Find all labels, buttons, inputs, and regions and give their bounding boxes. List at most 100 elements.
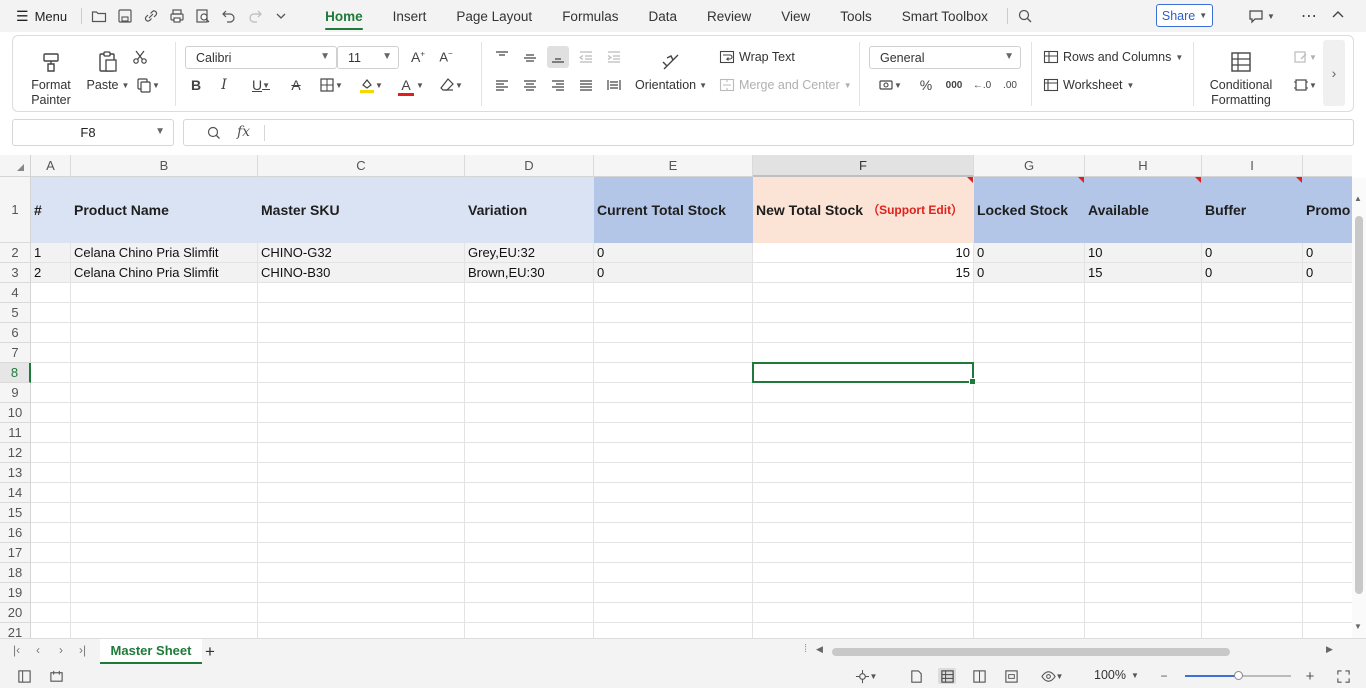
cell-e14[interactable] xyxy=(594,483,753,503)
cell-h6[interactable] xyxy=(1085,323,1202,343)
cell-d1[interactable]: Variation xyxy=(465,177,594,243)
quick-access-more-icon[interactable] xyxy=(268,3,294,29)
column-header-c[interactable]: C xyxy=(258,155,465,177)
cell-b3[interactable]: Celana Chino Pria Slimfit xyxy=(71,263,258,283)
percent-icon[interactable]: % xyxy=(915,74,937,96)
horizontal-scrollbar[interactable]: ⁞ ◀ ▶ xyxy=(804,639,1344,664)
cell-b7[interactable] xyxy=(71,343,258,363)
cell-j14[interactable] xyxy=(1303,483,1352,503)
cell-h4[interactable] xyxy=(1085,283,1202,303)
cut-icon[interactable] xyxy=(129,46,151,68)
search-icon[interactable] xyxy=(1012,3,1038,29)
cell-i11[interactable] xyxy=(1202,423,1303,443)
cell-a13[interactable] xyxy=(31,463,71,483)
cell-h5[interactable] xyxy=(1085,303,1202,323)
cell-e7[interactable] xyxy=(594,343,753,363)
distributed-align-icon[interactable] xyxy=(603,74,625,96)
cell-c3[interactable]: CHINO-B30 xyxy=(258,263,465,283)
add-sheet-icon[interactable]: + xyxy=(205,642,215,662)
ribbon-scroll-right-icon[interactable]: › xyxy=(1323,40,1345,106)
tab-view[interactable]: View xyxy=(766,0,825,32)
underline-icon[interactable]: U ▼ xyxy=(245,74,277,96)
vertical-scrollbar[interactable]: ▲ ▼ xyxy=(1352,178,1366,638)
redo-icon[interactable] xyxy=(242,3,268,29)
cell-e9[interactable] xyxy=(594,383,753,403)
column-header-e[interactable]: E xyxy=(594,155,753,177)
cell-a10[interactable] xyxy=(31,403,71,423)
row-header-11[interactable]: 11 xyxy=(0,423,31,443)
cell-i2[interactable]: 0 xyxy=(1202,243,1303,263)
cell-j10[interactable] xyxy=(1303,403,1352,423)
cell-e1[interactable]: Current Total Stock xyxy=(594,177,753,243)
cell-c2[interactable]: CHINO-G32 xyxy=(258,243,465,263)
cell-i18[interactable] xyxy=(1202,563,1303,583)
row-header-12[interactable]: 12 xyxy=(0,443,31,463)
cell-d19[interactable] xyxy=(465,583,594,603)
cell-i10[interactable] xyxy=(1202,403,1303,423)
cell-f10[interactable] xyxy=(753,403,974,423)
cell-g19[interactable] xyxy=(974,583,1085,603)
row-header-7[interactable]: 7 xyxy=(0,343,31,363)
open-folder-icon[interactable] xyxy=(86,3,112,29)
cell-a14[interactable] xyxy=(31,483,71,503)
cell-d11[interactable] xyxy=(465,423,594,443)
row-header-15[interactable]: 15 xyxy=(0,503,31,523)
cell-e19[interactable] xyxy=(594,583,753,603)
cell-f2[interactable]: 10 xyxy=(753,243,974,263)
tab-home[interactable]: Home xyxy=(310,0,378,32)
worksheet-button[interactable]: Worksheet ▼ xyxy=(1043,74,1134,96)
cell-c21[interactable] xyxy=(258,623,465,638)
cell-f11[interactable] xyxy=(753,423,974,443)
cell-h3[interactable]: 15 xyxy=(1085,263,1202,283)
cell-f15[interactable] xyxy=(753,503,974,523)
cell-h12[interactable] xyxy=(1085,443,1202,463)
cell-b5[interactable] xyxy=(71,303,258,323)
cell-e11[interactable] xyxy=(594,423,753,443)
print-icon[interactable] xyxy=(164,3,190,29)
column-header-partial[interactable] xyxy=(1303,155,1352,177)
align-bottom-icon[interactable] xyxy=(547,46,569,68)
cell-a12[interactable] xyxy=(31,443,71,463)
cell-b17[interactable] xyxy=(71,543,258,563)
cell-a17[interactable] xyxy=(31,543,71,563)
cell-b15[interactable] xyxy=(71,503,258,523)
undo-icon[interactable] xyxy=(216,3,242,29)
zoom-in-icon[interactable]: + xyxy=(1301,668,1319,685)
cell-c13[interactable] xyxy=(258,463,465,483)
zoom-slider[interactable] xyxy=(1185,671,1291,680)
row-header-21[interactable]: 21 xyxy=(0,623,31,638)
cell-h10[interactable] xyxy=(1085,403,1202,423)
cell-g4[interactable] xyxy=(974,283,1085,303)
zoom-level[interactable]: 100% xyxy=(1094,668,1126,682)
zoom-slider-knob[interactable] xyxy=(1234,671,1243,680)
cell-a4[interactable] xyxy=(31,283,71,303)
more-options-icon[interactable]: ⋯ xyxy=(1301,6,1318,26)
cell-a21[interactable] xyxy=(31,623,71,638)
cell-h21[interactable] xyxy=(1085,623,1202,638)
column-header-a[interactable]: A xyxy=(31,155,71,177)
cell-d15[interactable] xyxy=(465,503,594,523)
cell-j19[interactable] xyxy=(1303,583,1352,603)
row-header-1[interactable]: 1 xyxy=(0,177,31,243)
cell-e10[interactable] xyxy=(594,403,753,423)
formula-bar[interactable]: fx xyxy=(183,119,1354,146)
scroll-thumb[interactable] xyxy=(1355,216,1363,594)
cell-a7[interactable] xyxy=(31,343,71,363)
cell-a6[interactable] xyxy=(31,323,71,343)
row-header-6[interactable]: 6 xyxy=(0,323,31,343)
cell-i7[interactable] xyxy=(1202,343,1303,363)
cell-b1[interactable]: Product Name xyxy=(71,177,258,243)
row-header-16[interactable]: 16 xyxy=(0,523,31,543)
cell-i16[interactable] xyxy=(1202,523,1303,543)
cell-g17[interactable] xyxy=(974,543,1085,563)
increase-indent-icon[interactable] xyxy=(603,46,625,68)
currency-format-icon[interactable]: ▼ xyxy=(873,74,907,96)
cell-h13[interactable] xyxy=(1085,463,1202,483)
scroll-down-icon[interactable]: ▼ xyxy=(1354,622,1362,631)
zoom-out-icon[interactable]: − xyxy=(1155,668,1173,684)
row-header-2[interactable]: 2 xyxy=(0,243,31,263)
cell-c14[interactable] xyxy=(258,483,465,503)
cell-f3[interactable]: 15 xyxy=(753,263,974,283)
cell-j12[interactable] xyxy=(1303,443,1352,463)
cell-h1[interactable]: Available xyxy=(1085,177,1202,243)
